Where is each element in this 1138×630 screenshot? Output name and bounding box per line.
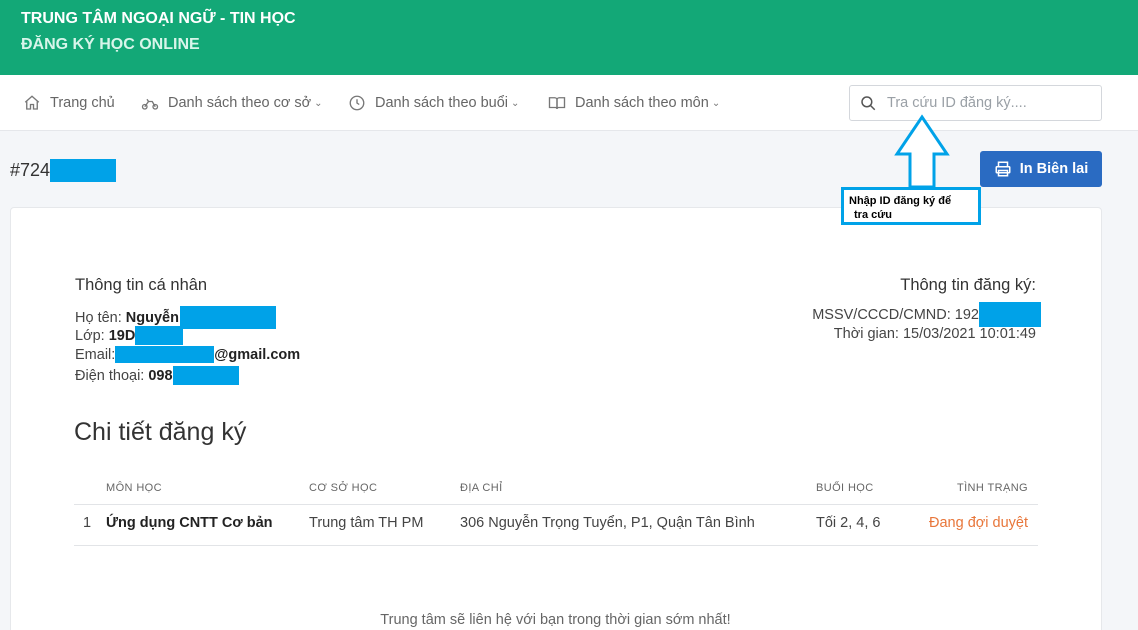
search-box (849, 85, 1102, 121)
annotation-arrow (894, 114, 950, 189)
col-header-status: TÌNH TRẠNG (956, 482, 1028, 494)
print-receipt-button[interactable]: In Biên lai (980, 151, 1102, 187)
email-label: Email: (75, 346, 116, 363)
redacted-block (172, 366, 239, 385)
annotation-line-1: Nhập ID đăng ký để (849, 195, 952, 207)
student-id-label: MSSV/CCCD/CMND: 192 (812, 306, 979, 323)
class-label: Lớp: (75, 327, 105, 344)
col-header-address: ĐỊA CHỈ (460, 482, 503, 494)
phone-value: 098 (148, 367, 173, 384)
book-icon (548, 97, 566, 110)
table-divider (74, 504, 1038, 505)
nav-label-by-subject: Danh sách theo môn (575, 95, 709, 111)
table-divider (74, 545, 1038, 546)
nav-item-home[interactable]: Trang chủ (23, 94, 115, 112)
details-title: Chi tiết đăng ký (74, 418, 247, 446)
annotation-note: Nhập ID đăng ký để tra cứu (841, 187, 981, 225)
site-header: TRUNG TÂM NGOẠI NGỮ - TIN HỌC ĐĂNG KÝ HỌ… (0, 0, 1138, 75)
site-title[interactable]: TRUNG TÂM NGOẠI NGỮ - TIN HỌC (21, 10, 296, 28)
bike-icon (141, 98, 159, 110)
phone-line: Điện thoại: 098 (75, 366, 239, 385)
search-icon (861, 96, 876, 111)
redacted-block (179, 306, 276, 329)
redacted-block (979, 302, 1041, 327)
email-line: Email: @gmail.com (75, 346, 300, 363)
phone-label: Điện thoại: (75, 367, 145, 384)
redacted-block (135, 326, 184, 345)
row-campus: Trung tâm TH PM (309, 515, 424, 531)
site-subtitle: ĐĂNG KÝ HỌC ONLINE (21, 36, 200, 53)
col-header-sessions: BUỔI HỌC (816, 482, 874, 494)
row-sessions: Tối 2, 4, 6 (816, 515, 881, 531)
name-label: Họ tên: (75, 309, 122, 326)
personal-info-heading: Thông tin cá nhân (75, 276, 208, 294)
registration-time: Thời gian: 15/03/2021 10:01:49 (833, 326, 1036, 342)
main-nav: Trang chủ Danh sách theo cơ sở ⌄ Danh sá… (0, 75, 1138, 131)
print-receipt-label: In Biên lai (1019, 161, 1089, 177)
col-header-subject: MÔN HỌC (106, 482, 162, 494)
annotation-line-2: tra cứu (854, 209, 892, 221)
registration-id-prefix: #724 (10, 160, 51, 180)
nav-label-by-session: Danh sách theo buổi (375, 95, 509, 111)
student-id-line: MSSV/CCCD/CMND: 192 (812, 302, 1041, 327)
registration-info-heading: Thông tin đăng ký: (900, 276, 1036, 294)
search-input[interactable] (887, 95, 1087, 111)
nav-item-by-campus[interactable]: Danh sách theo cơ sở ⌄ (141, 94, 323, 112)
redacted-block (50, 159, 117, 182)
class-value: 19D (108, 327, 136, 344)
row-subject: Ứng dụng CNTT Cơ bản (106, 515, 273, 531)
class-line: Lớp: 19D (75, 326, 184, 345)
chevron-down-icon: ⌄ (711, 97, 721, 109)
nav-label-by-campus: Danh sách theo cơ sở (168, 95, 312, 111)
nav-label-home: Trang chủ (50, 95, 115, 111)
nav-item-by-session[interactable]: Danh sách theo buổi ⌄ (348, 94, 519, 112)
name-value: Nguyễn (125, 309, 179, 326)
chevron-down-icon: ⌄ (314, 97, 323, 109)
chevron-down-icon: ⌄ (511, 97, 520, 109)
email-domain: @gmail.com (214, 346, 301, 363)
row-index: 1 (83, 515, 92, 531)
clock-icon (349, 95, 365, 111)
printer-icon (995, 161, 1011, 177)
registration-id: #724 (10, 159, 117, 182)
footer-note: Trung tâm sẽ liên hệ với bạn trong thời … (380, 612, 731, 628)
nav-item-by-subject[interactable]: Danh sách theo môn ⌄ (548, 94, 720, 112)
row-address: 306 Nguyễn Trọng Tuyển, P1, Quận Tân Bìn… (460, 515, 755, 531)
home-icon (24, 95, 40, 110)
row-status: Đang đợi duyệt (929, 515, 1028, 531)
col-header-campus: CƠ SỞ HỌC (309, 482, 378, 494)
redacted-block (115, 346, 215, 363)
